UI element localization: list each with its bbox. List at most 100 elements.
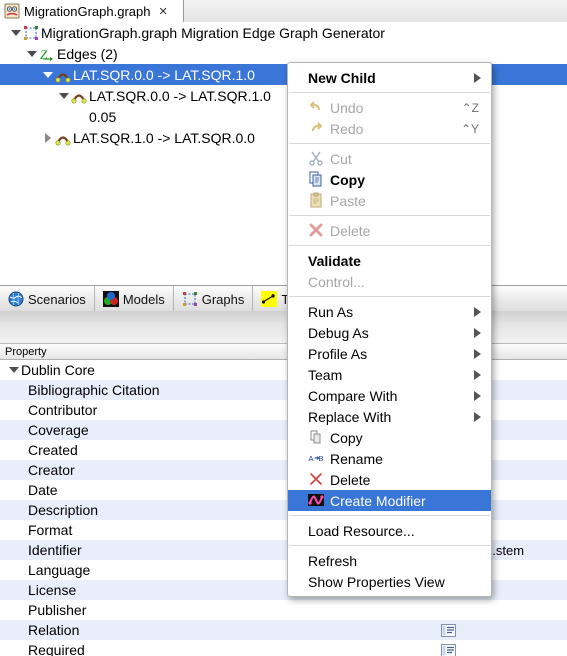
property-name-cell: Relation (0, 622, 437, 638)
modifier-icon (308, 492, 324, 508)
property-name-label: Identifier (28, 542, 82, 558)
menu-separator (289, 515, 490, 516)
property-value-cell[interactable] (437, 623, 567, 637)
property-row[interactable]: Relation (0, 620, 567, 640)
menu-item-label: Cut (330, 150, 352, 167)
tree-row-label: MigrationGraph.graph Migration Edge Grap… (41, 24, 385, 41)
menu-separator (289, 143, 490, 144)
submenu-arrow-icon (474, 391, 481, 401)
menu-item-label: Team (308, 366, 343, 383)
menu-item-replace-with[interactable]: Replace With (288, 406, 491, 427)
menu-item-delete[interactable]: Delete (288, 469, 491, 490)
menu-item-undo[interactable]: Undo ⌃Z (288, 97, 491, 118)
application-window: MigrationGraph.graph ✕ MigrationGraph.gr… (0, 0, 567, 656)
menu-item-refresh[interactable]: Refresh (288, 550, 491, 571)
menu-item-label: New Child (308, 69, 376, 86)
view-tab-graphs[interactable]: Graphs (174, 286, 254, 312)
property-name-label: Coverage (28, 422, 89, 438)
editor-tab-bar: MigrationGraph.graph ✕ (0, 0, 567, 23)
tree-row-label: LAT.SQR.0.0 -> LAT.SQR.1.0 (73, 66, 255, 83)
tree-row[interactable]: MigrationGraph.graph Migration Edge Grap… (0, 22, 567, 43)
menu-item-create-modifier[interactable]: Create Modifier (288, 490, 491, 511)
menu-item-new-child[interactable]: New Child (288, 67, 491, 88)
menu-item-delete[interactable]: Delete (288, 220, 491, 241)
property-name-label: Language (28, 562, 91, 578)
view-tab-scenarios[interactable]: Scenarios (0, 286, 95, 312)
menu-item-validate[interactable]: Validate (288, 250, 491, 271)
property-name-label: Publisher (28, 602, 87, 618)
submenu-arrow-icon (474, 307, 481, 317)
submenu-arrow-icon (474, 328, 481, 338)
edge-icon (55, 130, 71, 146)
menu-item-profile-as[interactable]: Profile As (288, 343, 491, 364)
menu-item-label: Create Modifier (330, 492, 426, 509)
submenu-arrow-icon (474, 73, 481, 83)
graph-node-icon (23, 25, 39, 41)
tree-row-label: LAT.SQR.1.0 -> LAT.SQR.0.0 (73, 129, 255, 146)
menu-item-label: Undo (330, 99, 364, 116)
tree-row[interactable]: Z Edges (2) (0, 43, 567, 64)
list-icon[interactable] (441, 643, 456, 656)
menu-item-label: Compare With (308, 387, 398, 404)
chevron-down-icon[interactable] (10, 27, 22, 39)
menu-item-label: Delete (330, 222, 371, 239)
menu-item-copy[interactable]: Copy (288, 169, 491, 190)
property-name-label: Creator (28, 462, 75, 478)
menu-item-label: Load Resource... (308, 522, 415, 539)
chevron-down-icon[interactable] (26, 48, 38, 60)
property-name-label: Bibliographic Citation (28, 382, 160, 398)
menu-item-load-resource[interactable]: Load Resource... (288, 520, 491, 541)
context-menu[interactable]: New Child Undo ⌃Z Redo ⌃Y Cut Copy Paste Delete V… (287, 62, 492, 597)
graph-file-icon (4, 3, 20, 19)
graphs-icon (182, 291, 198, 307)
list-icon[interactable] (441, 623, 456, 637)
menu-item-label: Refresh (308, 552, 358, 569)
submenu-arrow-icon (474, 349, 481, 359)
menu-item-redo[interactable]: Redo ⌃Y (288, 118, 491, 139)
menu-item-run-as[interactable]: Run As (288, 301, 491, 322)
menu-item-show-properties-view[interactable]: Show Properties View (288, 571, 491, 592)
menu-item-team[interactable]: Team (288, 364, 491, 385)
menu-item-label: Control... (308, 273, 365, 290)
property-value-cell[interactable] (437, 643, 567, 656)
close-icon[interactable]: ✕ (158, 5, 167, 18)
chevron-right-icon[interactable] (42, 132, 54, 144)
menu-item-label: Replace With (308, 408, 392, 425)
menu-item-debug-as[interactable]: Debug As (288, 322, 491, 343)
chevron-down-icon[interactable] (58, 90, 70, 102)
chevron-down-icon[interactable] (42, 69, 54, 81)
editor-tab-migrationgraph[interactable]: MigrationGraph.graph ✕ (0, 0, 184, 22)
edge-icon (55, 67, 71, 83)
menu-item-control[interactable]: Control... (288, 271, 491, 292)
menu-item-label: Rename (330, 450, 383, 467)
svg-text:A: A (309, 454, 314, 463)
property-row[interactable]: Required (0, 640, 567, 656)
submenu-arrow-icon (474, 370, 481, 380)
property-name-label: Created (28, 442, 78, 458)
menu-item-label: Copy (330, 429, 363, 446)
delete-x-red-icon (308, 471, 324, 487)
svg-text:B: B (319, 454, 324, 463)
property-row[interactable]: Publisher (0, 600, 567, 620)
menu-separator (289, 545, 490, 546)
property-name-label: Required (28, 642, 85, 656)
menu-item-label: Show Properties View (308, 573, 445, 590)
cut-icon (308, 150, 324, 166)
menu-item-cut[interactable]: Cut (288, 148, 491, 169)
menu-item-rename[interactable]: A B Rename (288, 448, 491, 469)
property-name-label: Description (28, 502, 99, 518)
menu-item-label: Paste (330, 192, 366, 209)
menu-item-label: Copy (330, 171, 365, 188)
menu-item-label: Delete (330, 471, 371, 488)
menu-item-paste[interactable]: Paste (288, 190, 491, 211)
menu-item-shortcut: ⌃Y (460, 121, 479, 136)
property-name-cell: Publisher (0, 602, 437, 618)
submenu-arrow-icon (474, 412, 481, 422)
view-tab-label: Scenarios (28, 291, 86, 307)
chevron-down-icon[interactable] (8, 364, 20, 376)
menu-item-copy[interactable]: Copy (288, 427, 491, 448)
copy-icon (308, 171, 324, 187)
view-tab-models[interactable]: Models (95, 286, 174, 312)
menu-item-compare-with[interactable]: Compare With (288, 385, 491, 406)
svg-text:Z: Z (40, 47, 48, 62)
